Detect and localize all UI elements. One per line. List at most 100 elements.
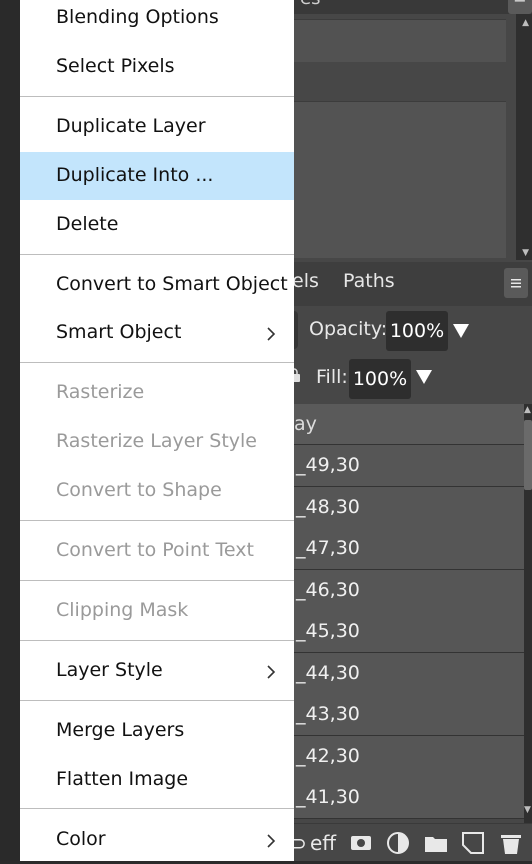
layers-scroll-up-icon[interactable]: ▲: [524, 405, 531, 415]
menu-item-label: Color: [56, 828, 106, 850]
fill-label: Fill:: [316, 366, 348, 388]
layers-menu-button[interactable]: [504, 268, 528, 298]
scroll-up-icon[interactable]: ▲: [522, 18, 529, 28]
menu-separator: [20, 700, 294, 701]
chevron-right-icon: [267, 327, 276, 341]
menu-item-flatten-image[interactable]: Flatten Image: [20, 756, 294, 804]
layers-column-header-label: ay: [294, 413, 317, 435]
fill-row: Fill: 100%: [294, 356, 532, 402]
opacity-label: Opacity:: [309, 318, 388, 340]
menu-item-label: Rasterize Layer Style: [56, 430, 257, 452]
layer-name: _47,30: [296, 537, 360, 559]
menu-item-rasterize: Rasterize: [20, 369, 294, 417]
layers-bottom-bar: ⊃ eff: [294, 823, 532, 861]
menu-item-label: Duplicate Into ...: [56, 164, 214, 186]
menu-item-duplicate-into[interactable]: Duplicate Into ...: [20, 152, 294, 200]
opacity-input[interactable]: 100%: [386, 311, 448, 351]
menu-separator: [20, 520, 294, 521]
top-panel-gap: [294, 62, 506, 100]
menu-item-select-pixels[interactable]: Select Pixels: [20, 43, 294, 91]
layer-context-menu: Blending Options Select Pixels Duplicate…: [20, 0, 294, 861]
blend-mode-select[interactable]: [294, 311, 298, 349]
menu-item-label: Convert to Point Text: [56, 539, 254, 561]
menu-item-label: Flatten Image: [56, 768, 189, 790]
hamburger-icon: [511, 278, 521, 287]
layer-row[interactable]: _44,30: [294, 653, 524, 695]
menu-item-label: Convert to Smart Object: [56, 273, 288, 295]
menu-item-duplicate-layer[interactable]: Duplicate Layer: [20, 103, 294, 151]
layers-panel-header: els Paths: [294, 262, 532, 306]
menu-separator: [20, 808, 294, 809]
menu-item-label: Layer Style: [56, 659, 163, 681]
layers-column-header: ay: [294, 404, 524, 445]
menu-item-convert-to-smart-object[interactable]: Convert to Smart Object: [20, 261, 294, 309]
menu-item-clipping-mask: Clipping Mask: [20, 587, 294, 635]
new-layer-icon[interactable]: [461, 828, 485, 858]
layers-scroll-down-icon[interactable]: ▼: [524, 805, 531, 815]
layer-name: _49,30: [296, 454, 360, 476]
top-panel-row[interactable]: [294, 19, 506, 63]
left-edge-strip: [0, 0, 20, 861]
adjustment-icon[interactable]: [386, 828, 410, 858]
menu-item-label: Blending Options: [56, 6, 219, 28]
menu-item-layer-style[interactable]: Layer Style: [20, 647, 294, 695]
menu-item-rasterize-layer-style: Rasterize Layer Style: [20, 418, 294, 466]
menu-separator: [20, 96, 294, 97]
layers-scroll-thumb[interactable]: [524, 420, 532, 490]
menu-item-delete[interactable]: Delete: [20, 201, 294, 249]
layer-row[interactable]: _41,30: [294, 777, 524, 819]
menu-separator: [20, 362, 294, 363]
layers-list: ay _49,30 _48,30 _47,30 _46,30 _45,30 _4…: [294, 404, 524, 824]
top-panel-header: es: [294, 0, 532, 14]
layer-name: _41,30: [296, 786, 360, 808]
layer-row[interactable]: _48,30: [294, 487, 524, 529]
menu-separator: [20, 640, 294, 641]
layer-name: _43,30: [296, 703, 360, 725]
layer-name: _46,30: [296, 579, 360, 601]
menu-item-label: Duplicate Layer: [56, 115, 206, 137]
layer-name: _48,30: [296, 496, 360, 518]
tab-channels[interactable]: els: [294, 270, 319, 292]
layer-row[interactable]: _49,30: [294, 445, 524, 487]
right-panels: es ≡ ▲ ▼ els Paths Opacity: 100% Fill: 1…: [294, 0, 532, 861]
top-panel-list[interactable]: [294, 101, 506, 258]
layer-row[interactable]: _46,30: [294, 570, 524, 612]
fill-dropdown-icon[interactable]: [416, 370, 432, 384]
trash-icon[interactable]: [499, 828, 523, 858]
opacity-dropdown-icon[interactable]: [453, 324, 469, 338]
fill-input[interactable]: 100%: [349, 359, 411, 399]
link-icon[interactable]: ⊃: [294, 828, 307, 858]
top-panel-menu-button[interactable]: ≡: [508, 0, 532, 14]
scroll-down-icon[interactable]: ▼: [522, 248, 529, 258]
menu-separator: [20, 254, 294, 255]
layer-name: _44,30: [296, 662, 360, 684]
opacity-row: Opacity: 100%: [294, 307, 532, 355]
top-panel-scrollbar[interactable]: ▲ ▼: [516, 14, 532, 260]
mask-icon[interactable]: [350, 828, 372, 858]
menu-item-color[interactable]: Color: [20, 816, 294, 864]
tab-paths[interactable]: Paths: [343, 270, 395, 292]
folder-icon[interactable]: [424, 828, 448, 858]
menu-item-label: Select Pixels: [56, 55, 175, 77]
layer-name: _42,30: [296, 745, 360, 767]
chevron-right-icon: [267, 834, 276, 848]
effects-icon[interactable]: eff: [310, 828, 336, 858]
menu-separator: [20, 580, 294, 581]
menu-item-blending-options[interactable]: Blending Options: [20, 0, 294, 42]
layer-row[interactable]: _45,30: [294, 611, 524, 653]
menu-item-label: Convert to Shape: [56, 479, 222, 501]
top-panel-title: es: [300, 0, 320, 9]
layer-row[interactable]: _43,30: [294, 694, 524, 736]
menu-item-label: Delete: [56, 213, 119, 235]
layer-row[interactable]: _42,30: [294, 736, 524, 778]
layer-row[interactable]: _47,30: [294, 528, 524, 570]
menu-item-smart-object[interactable]: Smart Object: [20, 309, 294, 357]
menu-item-label: Merge Layers: [56, 719, 185, 741]
menu-item-label: Clipping Mask: [56, 599, 189, 621]
menu-item-label: Rasterize: [56, 381, 145, 403]
menu-item-label: Smart Object: [56, 321, 182, 343]
chevron-right-icon: [267, 665, 276, 679]
lock-icon[interactable]: [294, 368, 300, 382]
menu-item-merge-layers[interactable]: Merge Layers: [20, 707, 294, 755]
menu-item-convert-to-point-text: Convert to Point Text: [20, 527, 294, 575]
